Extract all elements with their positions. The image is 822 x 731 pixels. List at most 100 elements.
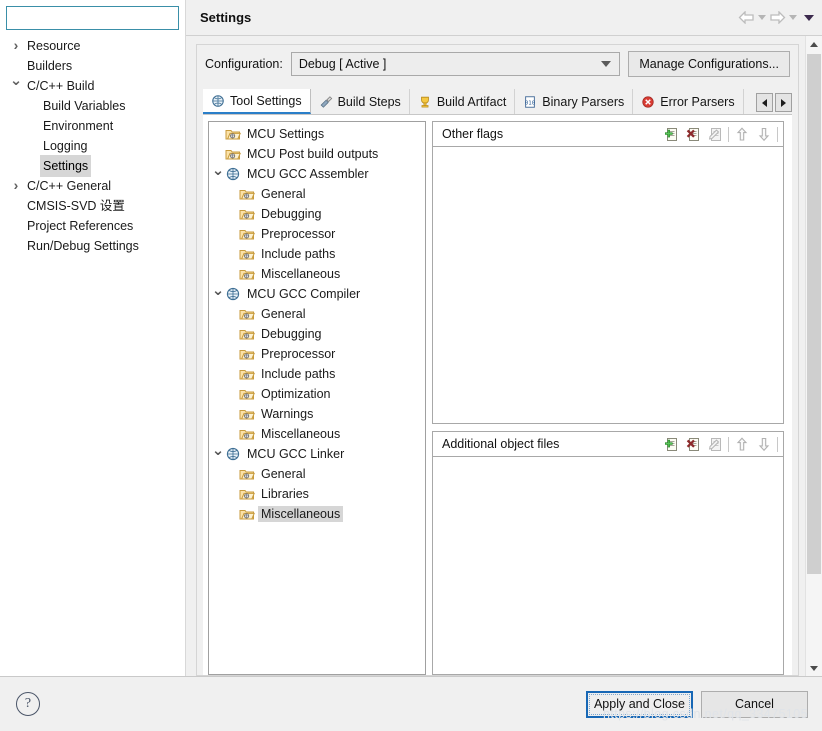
move-down-icon bbox=[754, 125, 774, 144]
tool-tree-item-preprocessor[interactable]: Preprocessor bbox=[209, 344, 425, 364]
preferences-tree[interactable]: Resource Builders C/C++ Build Build Variabl… bbox=[0, 34, 185, 676]
sidebar-item-environment[interactable]: Environment bbox=[0, 116, 185, 136]
option-group-header: Additional object files bbox=[432, 431, 784, 456]
chevron-down-icon[interactable] bbox=[211, 165, 225, 183]
delete-icon[interactable] bbox=[683, 125, 703, 144]
tab-next-icon[interactable] bbox=[775, 93, 792, 112]
tool-tree-item-mcu-gcc-assembler[interactable]: MCU GCC Assembler bbox=[209, 164, 425, 184]
sidebar-item-c-c-general[interactable]: C/C++ General bbox=[0, 176, 185, 196]
settings-folder-icon bbox=[239, 347, 255, 361]
tool-tree-item-label: Libraries bbox=[261, 487, 309, 501]
scrollbar-track[interactable] bbox=[806, 52, 822, 660]
pane-header: Settings bbox=[186, 0, 822, 36]
sidebar-item-builders[interactable]: Builders bbox=[0, 56, 185, 76]
tab-label: Build Steps bbox=[337, 94, 401, 109]
tab-binary-parsers[interactable]: 010 Binary Parsers bbox=[515, 89, 634, 114]
tool-tree-item-debugging[interactable]: Debugging bbox=[209, 324, 425, 344]
tool-tree-item-general[interactable]: General bbox=[209, 304, 425, 324]
configuration-selected-value: Debug [ Active ] bbox=[298, 56, 387, 71]
back-history-chevron-down-icon[interactable] bbox=[758, 15, 766, 20]
scrollbar-thumb[interactable] bbox=[807, 54, 821, 574]
add-icon[interactable] bbox=[661, 435, 681, 454]
sidebar-item-project-references[interactable]: Project References bbox=[0, 216, 185, 236]
sidebar-item-label: Builders bbox=[27, 59, 73, 73]
tool-tree-item-include-paths[interactable]: Include paths bbox=[209, 244, 425, 264]
tool-tree-item-label: Miscellaneous bbox=[258, 506, 344, 522]
tool-tree-item-label: Debugging bbox=[261, 327, 322, 341]
tab-scroll-buttons bbox=[756, 93, 792, 114]
tab-prev-icon[interactable] bbox=[756, 93, 773, 112]
configuration-select[interactable]: Debug [ Active ] bbox=[290, 51, 621, 76]
sidebar-item-build-variables[interactable]: Build Variables bbox=[0, 96, 185, 116]
chevron-down-icon[interactable] bbox=[211, 445, 225, 463]
tool-tree-item-miscellaneous[interactable]: Miscellaneous bbox=[209, 264, 425, 284]
tab-build-steps[interactable]: Build Steps bbox=[311, 89, 410, 114]
option-list[interactable] bbox=[432, 456, 784, 675]
add-icon[interactable] bbox=[661, 125, 681, 144]
tool-tree-item-general[interactable]: General bbox=[209, 184, 425, 204]
chevron-right-icon[interactable] bbox=[8, 35, 24, 58]
move-up-icon bbox=[732, 435, 752, 454]
manage-configurations-button[interactable]: Manage Configurations... bbox=[628, 50, 790, 77]
sidebar-item-label: Resource bbox=[27, 39, 81, 53]
tool-tree-item-miscellaneous[interactable]: Miscellaneous bbox=[209, 504, 425, 524]
tool-tree-item-mcu-settings[interactable]: MCU Settings bbox=[209, 124, 425, 144]
sidebar-item-resource[interactable]: Resource bbox=[0, 36, 185, 56]
chevron-down-icon[interactable] bbox=[8, 75, 24, 97]
scroll-up-icon[interactable] bbox=[806, 36, 822, 52]
option-group-title: Additional object files bbox=[442, 437, 560, 451]
settings-folder-icon bbox=[239, 187, 255, 201]
tool-chain-tree[interactable]: MCU Settings MCU Post build outputs MCU GC… bbox=[208, 121, 426, 675]
search-input[interactable] bbox=[6, 6, 179, 30]
sidebar-item-logging[interactable]: Logging bbox=[0, 136, 185, 156]
tab-tool-settings[interactable]: Tool Settings bbox=[203, 89, 311, 114]
tool-tree-item-general[interactable]: General bbox=[209, 464, 425, 484]
help-icon[interactable]: ? bbox=[16, 692, 40, 716]
tool-tree-item-mcu-gcc-compiler[interactable]: MCU GCC Compiler bbox=[209, 284, 425, 304]
chevron-down-icon[interactable] bbox=[211, 285, 225, 303]
delete-icon[interactable] bbox=[683, 435, 703, 454]
tool-tree-item-label: MCU Post build outputs bbox=[247, 147, 379, 161]
tool-tree-item-optimization[interactable]: Optimization bbox=[209, 384, 425, 404]
chevron-right-icon[interactable] bbox=[8, 175, 24, 198]
settings-folder-icon bbox=[239, 387, 255, 401]
page-scrollbar[interactable] bbox=[805, 36, 822, 676]
tab-bar: Tool Settings Build Steps Build Artifact 01… bbox=[203, 88, 792, 115]
tool-tree-item-libraries[interactable]: Libraries bbox=[209, 484, 425, 504]
tool-tree-item-warnings[interactable]: Warnings bbox=[209, 404, 425, 424]
settings-folder-icon bbox=[239, 427, 255, 441]
tool-tree-item-preprocessor[interactable]: Preprocessor bbox=[209, 224, 425, 244]
tool-tree-item-include-paths[interactable]: Include paths bbox=[209, 364, 425, 384]
option-list[interactable] bbox=[432, 146, 784, 424]
arrow-left-icon[interactable] bbox=[738, 11, 755, 24]
sidebar-item-settings[interactable]: Settings bbox=[0, 155, 185, 177]
settings-content-scroll: Configuration: Debug [ Active ] Manage C… bbox=[186, 36, 822, 676]
forward-history-chevron-down-icon[interactable] bbox=[789, 15, 797, 20]
tool-tree-item-label: General bbox=[261, 467, 306, 481]
pane-nav-buttons bbox=[738, 11, 814, 24]
tool-tree-item-label: MCU GCC Compiler bbox=[247, 287, 361, 301]
toolbar-divider bbox=[777, 126, 778, 142]
arrow-right-icon[interactable] bbox=[769, 11, 786, 24]
tool-tree-item-label: MCU GCC Linker bbox=[247, 447, 345, 461]
tool-tree-item-debugging[interactable]: Debugging bbox=[209, 204, 425, 224]
sidebar-item-c-c-build[interactable]: C/C++ Build bbox=[0, 76, 185, 96]
sidebar-item-cmsis-svd[interactable]: CMSIS-SVD 设置 bbox=[0, 196, 185, 216]
settings-dialog: Resource Builders C/C++ Build Build Variabl… bbox=[0, 0, 822, 731]
tab-error-parsers[interactable]: Error Parsers bbox=[633, 89, 744, 114]
option-group-toolbar bbox=[661, 125, 779, 144]
tab-label: Tool Settings bbox=[230, 93, 302, 108]
tab-build-artifact[interactable]: Build Artifact bbox=[410, 89, 516, 114]
scroll-down-icon[interactable] bbox=[806, 660, 822, 676]
tool-tree-item-miscellaneous[interactable]: Miscellaneous bbox=[209, 424, 425, 444]
sidebar-item-label: Environment bbox=[43, 119, 114, 133]
settings-folder-icon bbox=[239, 267, 255, 281]
tool-tree-item-mcu-gcc-linker[interactable]: MCU GCC Linker bbox=[209, 444, 425, 464]
view-menu-chevron-down-filled-icon[interactable] bbox=[804, 14, 814, 21]
tool-tree-item-label: Include paths bbox=[261, 247, 336, 261]
tool-tree-item-label: Preprocessor bbox=[261, 347, 336, 361]
chevron-down-icon bbox=[601, 60, 612, 67]
sidebar-item-run-debug-settings[interactable]: Run/Debug Settings bbox=[0, 236, 185, 256]
filter-container bbox=[0, 0, 185, 34]
tool-tree-item-mcu-post-build-outputs[interactable]: MCU Post build outputs bbox=[209, 144, 425, 164]
